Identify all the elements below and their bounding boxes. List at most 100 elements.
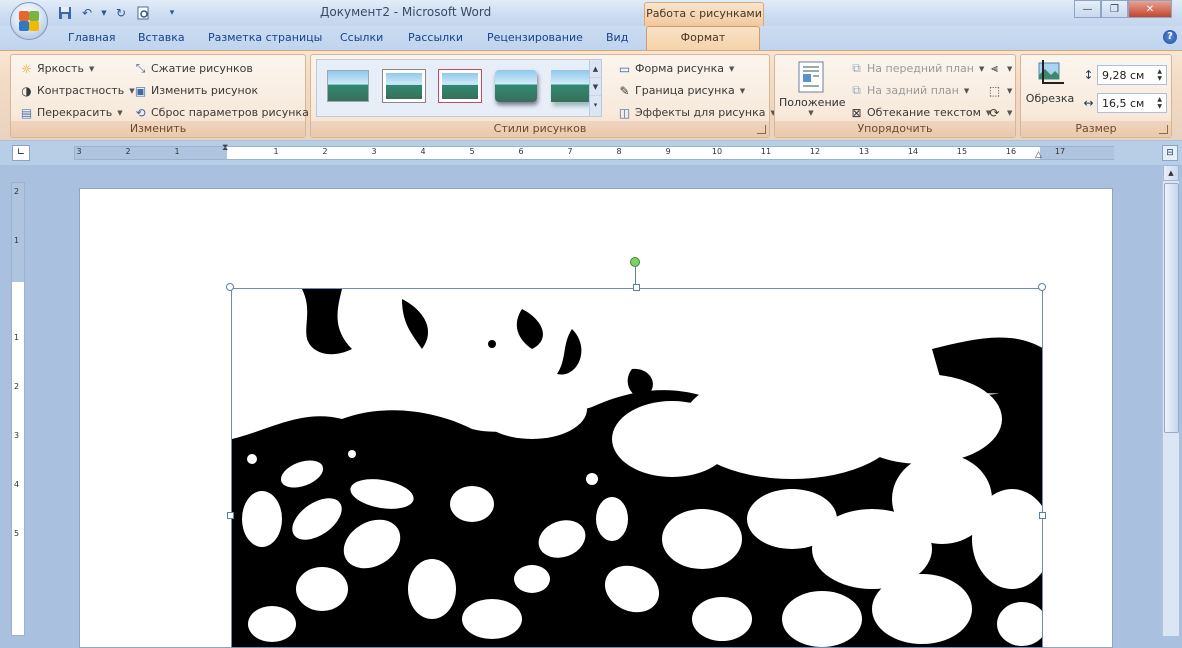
black-white-photo xyxy=(232,289,1042,647)
shape-icon: ▭ xyxy=(618,61,631,76)
send-back-icon: ⧉ xyxy=(852,83,861,97)
group-objects-icon: ⬚ xyxy=(988,83,1001,98)
selected-picture[interactable] xyxy=(231,288,1043,648)
right-indent-marker-icon[interactable]: △ xyxy=(1035,150,1042,160)
picture-style-4[interactable] xyxy=(495,70,537,102)
compress-icon: ⤡ xyxy=(135,61,146,75)
vertical-ruler: 2 1 1 2 3 4 5 xyxy=(8,170,28,636)
picture-styles-gallery: ▲ ▼ ▾ xyxy=(316,59,602,117)
picture-style-3[interactable] xyxy=(439,70,481,102)
restore-icon[interactable]: ❐ xyxy=(1101,0,1128,18)
text-wrap-icon: ⊠ xyxy=(851,105,862,120)
group-picture-styles: ▲ ▼ ▾ ▭ Форма рисунка ▼ ✎ Граница рисунка… xyxy=(310,54,776,138)
width-spinner-icon[interactable]: ▲ ▼ xyxy=(1157,96,1162,110)
resize-handle-top-right[interactable] xyxy=(1038,283,1046,291)
align-button[interactable]: ⫷ ▼ xyxy=(987,61,1012,76)
picture-effects-button[interactable]: ◫ Эффекты для рисунка▼ xyxy=(617,105,776,120)
styles-dialog-launcher-icon[interactable] xyxy=(757,125,766,134)
office-logo-icon xyxy=(18,10,40,32)
contrast-icon: ◑ xyxy=(21,83,32,98)
picture-border-button[interactable]: ✎ Граница рисунка ▼ xyxy=(617,83,745,98)
group-label-size: Размер xyxy=(1021,121,1171,137)
reset-picture-icon: ⟲ xyxy=(135,105,146,120)
office-button[interactable] xyxy=(10,2,48,40)
shape-width-input[interactable]: 16,5 см ▲ ▼ xyxy=(1097,93,1167,113)
horizontal-ruler: ∟ 3 2 1 1 2 3 4 5 6 7 8 9 10 11 12 13 14… xyxy=(0,141,1182,165)
ruler-strip[interactable]: 3 2 1 1 2 3 4 5 6 7 8 9 10 11 12 13 14 1… xyxy=(74,143,1114,160)
picture-style-2[interactable] xyxy=(383,70,425,102)
bring-front-icon: ⧉ xyxy=(852,61,861,75)
window-title: Документ2 - Microsoft Word xyxy=(320,5,492,19)
align-icon: ⫷ xyxy=(991,61,998,75)
group-objects-button[interactable]: ⬚ ▼ xyxy=(987,83,1013,98)
group-label-arrange: Упорядочить xyxy=(775,121,1015,137)
ribbon: ☼ Яркость ▼ ◑ Контрастность ▼ ▤ Перекрасит… xyxy=(0,50,1182,140)
position-icon xyxy=(798,61,824,93)
rotate-icon: ⟳ xyxy=(989,105,1000,120)
undo-icon[interactable]: ↶ xyxy=(78,4,96,21)
ruler-toggle-icon[interactable]: ⊟ xyxy=(1162,145,1178,161)
height-spinner-icon[interactable]: ▲ ▼ xyxy=(1157,68,1162,82)
recolor-button[interactable]: ▤ Перекрасить ▼ xyxy=(19,105,123,120)
reset-picture-button[interactable]: ⟲ Сброс параметров рисунка xyxy=(133,105,308,120)
bring-to-front-button[interactable]: ⧉ На передний план ▼ xyxy=(849,61,984,76)
change-picture-button[interactable]: ▣ Изменить рисунок xyxy=(133,83,258,98)
left-indent-marker-icon[interactable]: ⧗ xyxy=(222,143,228,153)
resize-handle-right[interactable] xyxy=(1039,512,1046,519)
gallery-scrollbar[interactable]: ▲ ▼ ▾ xyxy=(589,60,601,116)
shape-height-input[interactable]: 9,28 см ▲ ▼ xyxy=(1097,65,1167,85)
brightness-button[interactable]: ☼ Яркость ▼ xyxy=(19,61,94,76)
close-icon[interactable]: ✕ xyxy=(1128,0,1172,18)
gallery-up-icon[interactable]: ▲ xyxy=(590,60,601,78)
size-dialog-launcher-icon[interactable] xyxy=(1159,125,1168,134)
title-bar: ↶ ▼ ↻ ▾ Документ2 - Microsoft Word Работ… xyxy=(0,0,1182,40)
group-arrange: Положение ▼ ⧉ На передний план ▼ ⧉ На зад… xyxy=(774,54,1016,138)
customize-qat-icon[interactable]: ▾ xyxy=(166,4,178,21)
compress-pictures-button[interactable]: ⤡ Сжатие рисунков xyxy=(133,61,253,76)
crop-icon xyxy=(1038,60,1064,84)
tab-home[interactable]: Главная xyxy=(68,31,116,44)
tab-view[interactable]: Вид xyxy=(606,31,628,44)
send-to-back-button[interactable]: ⧉ На задний план ▼ xyxy=(849,83,969,98)
shape-width-icon: ↔ xyxy=(1083,95,1094,110)
undo-dropdown-icon[interactable]: ▼ xyxy=(100,4,108,21)
scroll-up-icon[interactable]: ▲ xyxy=(1163,165,1179,181)
rotate-button[interactable]: ⟳ ▼ xyxy=(987,105,1012,120)
quick-access-toolbar: ↶ ▼ ↻ ▾ xyxy=(56,4,178,21)
group-size: Обрезка ↕ 9,28 см ▲ ▼ ↔ 16,5 см ▲ ▼ Размер xyxy=(1020,54,1172,138)
picture-style-5[interactable] xyxy=(551,70,593,102)
help-icon[interactable]: ? xyxy=(1163,30,1177,44)
gallery-more-icon[interactable]: ▾ xyxy=(590,96,601,114)
print-preview-icon[interactable] xyxy=(134,4,152,21)
group-label-adjust: Изменить xyxy=(11,121,305,137)
picture-style-1[interactable] xyxy=(327,70,369,102)
tab-insert[interactable]: Вставка xyxy=(138,31,185,44)
pen-icon: ✎ xyxy=(619,83,630,98)
tab-selector[interactable]: ∟ xyxy=(12,145,30,161)
tab-mailings[interactable]: Рассылки xyxy=(408,31,463,44)
tab-page-layout[interactable]: Разметка страницы xyxy=(208,31,322,44)
resize-handle-top[interactable] xyxy=(633,284,640,291)
resize-handle-left[interactable] xyxy=(227,512,234,519)
window-controls: — ❐ ✕ xyxy=(1074,0,1172,18)
tab-review[interactable]: Рецензирование xyxy=(487,31,583,44)
vertical-scrollbar[interactable]: ▲ xyxy=(1162,165,1179,636)
tab-format[interactable]: Формат xyxy=(646,26,760,50)
gallery-down-icon[interactable]: ▼ xyxy=(590,78,601,96)
contrast-button[interactable]: ◑ Контрастность ▼ xyxy=(19,83,134,98)
scroll-thumb[interactable] xyxy=(1164,183,1179,433)
effects-icon: ◫ xyxy=(618,105,631,120)
rotation-handle-icon[interactable] xyxy=(630,257,640,267)
save-icon[interactable] xyxy=(56,4,74,21)
text-wrapping-button[interactable]: ⊠ Обтекание текстом ▼ xyxy=(849,105,991,120)
minimize-icon[interactable]: — xyxy=(1074,0,1101,18)
redo-icon[interactable]: ↻ xyxy=(112,4,130,21)
tab-references[interactable]: Ссылки xyxy=(340,31,383,44)
sun-icon: ☼ xyxy=(21,61,32,76)
document-page[interactable] xyxy=(79,188,1113,648)
resize-handle-top-left[interactable] xyxy=(226,283,234,291)
position-button[interactable]: Положение ▼ xyxy=(779,59,846,119)
picture-shape-button[interactable]: ▭ Форма рисунка ▼ xyxy=(617,61,735,76)
group-label-styles: Стили рисунков xyxy=(311,121,769,137)
crop-button[interactable]: Обрезка xyxy=(1025,59,1075,117)
